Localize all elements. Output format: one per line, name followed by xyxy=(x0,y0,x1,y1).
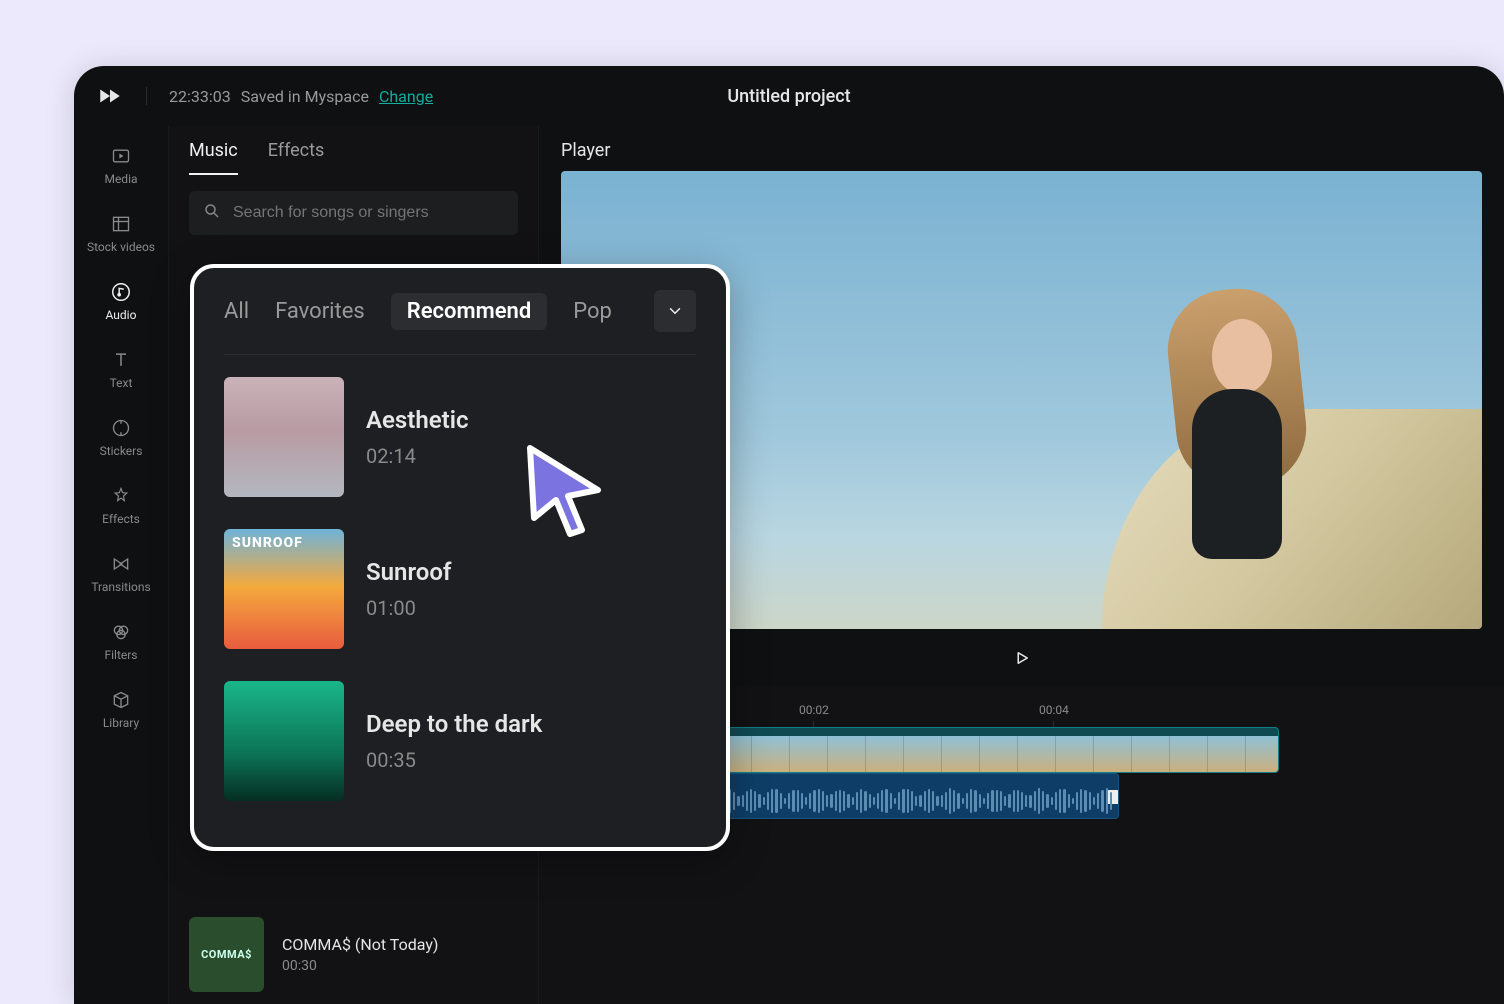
sidebar-label: Filters xyxy=(104,648,137,662)
left-rail: Media Stock videos Audio Text Stickers E… xyxy=(74,126,169,1004)
popup-track-title: Sunroof xyxy=(366,558,451,586)
popup-track-row[interactable]: Deep to the dark 00:35 xyxy=(224,665,696,817)
popup-tab-all[interactable]: All xyxy=(224,299,249,324)
sidebar-label: Transitions xyxy=(91,580,150,594)
tick-label: 00:04 xyxy=(1039,703,1069,717)
divider xyxy=(146,87,147,105)
popup-track-title: Deep to the dark xyxy=(366,710,542,738)
popup-track-duration: 00:35 xyxy=(366,748,542,772)
save-location: Saved in Myspace xyxy=(241,87,369,106)
player-label: Player xyxy=(539,126,1504,171)
popup-track-thumbnail xyxy=(224,529,344,649)
sidebar-item-media[interactable]: Media xyxy=(74,134,168,196)
topbar: 22:33:03 Saved in Myspace Change Untitle… xyxy=(74,66,1504,126)
sidebar-item-effects[interactable]: Effects xyxy=(74,474,168,536)
sidebar-item-stickers[interactable]: Stickers xyxy=(74,406,168,468)
search-icon xyxy=(203,202,221,224)
preview-subject xyxy=(1122,249,1322,549)
sidebar-item-library[interactable]: Library xyxy=(74,678,168,740)
effects-icon xyxy=(109,484,133,508)
sidebar-label: Audio xyxy=(106,308,137,322)
chevron-down-icon xyxy=(666,302,684,320)
sidebar-item-text[interactable]: Text xyxy=(74,338,168,400)
sidebar-label: Effects xyxy=(102,512,140,526)
save-timestamp: 22:33:03 xyxy=(169,87,231,106)
tick-label: 00:02 xyxy=(799,703,829,717)
popup-track-thumbnail xyxy=(224,377,344,497)
filters-icon xyxy=(109,620,133,644)
popup-track-thumbnail xyxy=(224,681,344,801)
popup-track-duration: 01:00 xyxy=(366,596,451,620)
change-location-link[interactable]: Change xyxy=(379,87,433,106)
app-logo-icon xyxy=(96,82,124,110)
text-icon xyxy=(109,348,133,372)
track-row[interactable]: COMMA$ COMMA$ (Not Today) 00:30 xyxy=(169,905,538,1004)
popup-expand-button[interactable] xyxy=(654,290,696,332)
cursor-overlay-icon xyxy=(520,440,610,544)
transitions-icon xyxy=(109,552,133,576)
sidebar-label: Media xyxy=(104,172,137,186)
popup-track-row[interactable]: Sunroof 01:00 xyxy=(224,513,696,665)
audio-icon xyxy=(109,280,133,304)
popup-track-duration: 02:14 xyxy=(366,444,468,468)
library-icon xyxy=(109,688,133,712)
sidebar-item-stockvideos[interactable]: Stock videos xyxy=(74,202,168,264)
sidebar-item-filters[interactable]: Filters xyxy=(74,610,168,672)
track-duration: 00:30 xyxy=(282,958,438,974)
sidebar-label: Stock videos xyxy=(87,240,155,254)
popup-track-row[interactable]: Aesthetic 02:14 xyxy=(224,361,696,513)
popup-tab-pop[interactable]: Pop xyxy=(573,299,612,324)
tab-effects[interactable]: Effects xyxy=(268,140,325,175)
tab-music[interactable]: Music xyxy=(189,140,238,175)
media-icon xyxy=(109,144,133,168)
play-button[interactable] xyxy=(1004,640,1040,676)
sidebar-item-transitions[interactable]: Transitions xyxy=(74,542,168,604)
sidebar-item-audio[interactable]: Audio xyxy=(74,270,168,332)
popup-tab-favorites[interactable]: Favorites xyxy=(275,299,365,324)
project-title[interactable]: Untitled project xyxy=(727,66,850,126)
sidebar-label: Text xyxy=(110,376,133,390)
track-title: COMMA$ (Not Today) xyxy=(282,935,438,954)
stickers-icon xyxy=(109,416,133,440)
sidebar-label: Library xyxy=(103,716,139,730)
search-input[interactable] xyxy=(189,191,518,235)
track-thumbnail: COMMA$ xyxy=(189,917,264,992)
sidebar-label: Stickers xyxy=(100,444,143,458)
stock-videos-icon xyxy=(109,212,133,236)
popup-tab-recommend[interactable]: Recommend xyxy=(391,293,547,330)
music-category-popup: All Favorites Recommend Pop Aesthetic 02… xyxy=(190,264,730,851)
popup-track-title: Aesthetic xyxy=(366,406,468,434)
